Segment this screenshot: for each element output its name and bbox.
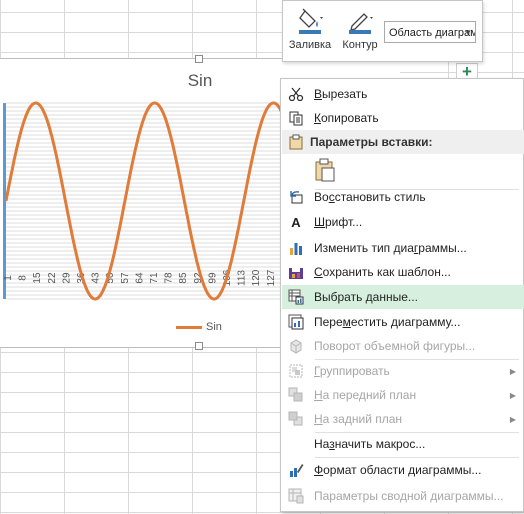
- paint-bucket-icon: [299, 8, 323, 34]
- menu-item-reset-style[interactable]: Восстановить стиль: [282, 185, 524, 209]
- resize-handle-bottom[interactable]: [195, 342, 203, 350]
- group-icon: [282, 363, 310, 379]
- x-tick-label: 78: [164, 272, 175, 284]
- fill-label: Заливка: [288, 39, 332, 51]
- submenu-arrow-icon: ▶: [509, 366, 516, 376]
- pivot-options-icon: [282, 488, 310, 504]
- paste-options-header: Параметры вставки:: [282, 130, 524, 154]
- fill-button[interactable]: Заливка: [285, 5, 335, 57]
- menu-item-select-data[interactable]: Выбрать данные...: [282, 285, 524, 309]
- scissors-icon: [282, 86, 310, 102]
- outline-button[interactable]: Контур: [335, 5, 385, 57]
- series-line-sin[interactable]: [4, 101, 283, 301]
- select-data-icon: [282, 289, 310, 305]
- legend-line-swatch: [176, 325, 202, 329]
- menu-item-send-to-back: На задний план ▶: [282, 407, 524, 431]
- chart-legend[interactable]: Sin: [176, 321, 222, 333]
- x-tick-label: 85: [178, 272, 189, 284]
- font-a-icon: A: [291, 214, 301, 230]
- menu-item-3d-rotation: Поворот объемной фигуры...: [282, 334, 524, 358]
- bar-chart-icon: [282, 240, 310, 256]
- bring-front-icon: [282, 387, 310, 403]
- x-tick-label: 29: [61, 272, 72, 284]
- x-tick-label: 113: [237, 270, 248, 286]
- reset-style-icon: [282, 189, 310, 205]
- x-tick-label: 120: [251, 269, 262, 286]
- pen-outline-icon: [349, 13, 373, 34]
- send-back-icon: [282, 411, 310, 427]
- menu-item-cut[interactable]: Вырезать: [282, 82, 524, 106]
- mini-toolbar: Заливка Контур Область диаграммы ▼: [282, 0, 483, 62]
- dropdown-arrow-icon: ▼: [464, 28, 472, 37]
- menu-item-copy[interactable]: Копировать: [282, 106, 524, 130]
- cube-3d-icon: [282, 338, 310, 354]
- x-tick-label: 15: [32, 272, 43, 284]
- x-tick-label: 1: [3, 275, 14, 281]
- copy-icon: [282, 110, 310, 126]
- x-tick-label: 127: [266, 269, 277, 286]
- outline-label: Контур: [342, 39, 378, 51]
- menu-item-save-as-template[interactable]: Сохранить как шаблон...: [282, 260, 524, 284]
- move-chart-icon: [282, 314, 310, 330]
- menu-item-group: Группировать ▶: [282, 359, 524, 383]
- clipboard-icon: [282, 134, 310, 150]
- x-tick-label: 64: [134, 272, 145, 284]
- format-chart-icon: [282, 462, 310, 478]
- paste-clipboard-icon: [314, 158, 336, 185]
- x-tick-label: 57: [120, 272, 131, 284]
- save-template-icon: [282, 264, 310, 280]
- x-tick-label: 71: [149, 272, 160, 284]
- x-tick-label: 99: [207, 272, 218, 284]
- paste-option-default[interactable]: [282, 156, 524, 186]
- chart-title[interactable]: Sin: [150, 71, 250, 91]
- legend-label: Sin: [206, 321, 222, 333]
- menu-item-format-chart-area[interactable]: Формат области диаграммы...: [282, 458, 524, 482]
- x-tick-label: 43: [91, 272, 102, 284]
- context-menu: Вырезать Копировать Параметры вставки: В…: [280, 78, 524, 512]
- submenu-arrow-icon: ▶: [509, 390, 516, 400]
- menu-item-pivot-options: Параметры сводной диаграммы...: [282, 484, 524, 508]
- menu-item-assign-macro[interactable]: Назначить макрос...: [282, 432, 524, 456]
- x-tick-label: 22: [47, 272, 58, 284]
- menu-item-move-chart[interactable]: Переместить диаграмму...: [282, 310, 524, 334]
- submenu-arrow-icon: ▶: [509, 414, 516, 424]
- menu-item-font[interactable]: A Шрифт...: [282, 210, 524, 234]
- chart-element-value: Область диаграммы: [389, 27, 475, 39]
- chart-element-select[interactable]: Область диаграммы ▼: [384, 21, 476, 43]
- x-tick-label: 8: [18, 275, 29, 281]
- menu-item-bring-to-front: На передний план ▶: [282, 383, 524, 407]
- resize-handle-top[interactable]: [195, 55, 203, 63]
- y-axis[interactable]: [3, 103, 6, 299]
- menu-item-change-chart-type[interactable]: Изменить тип диаграммы...: [282, 236, 524, 260]
